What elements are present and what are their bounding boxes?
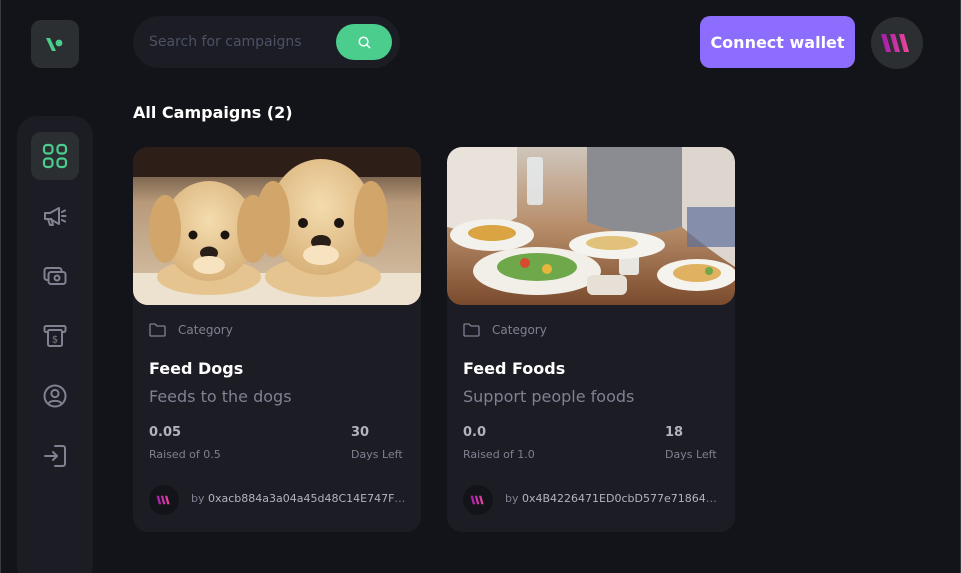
puppies-photo <box>133 147 421 305</box>
days-left: 18 <box>665 425 684 440</box>
category-label: Category <box>178 323 233 337</box>
owner-avatar <box>463 485 493 515</box>
search-bar <box>133 16 400 68</box>
sidebar-item-profile[interactable] <box>31 372 79 420</box>
amount-raised-label: Raised of 0.5 <box>149 448 221 461</box>
search-button[interactable] <box>336 24 392 60</box>
owner-address: 0xacb884a3a04a45d48C14E747F1… <box>208 492 409 505</box>
sidebar-item-withdraw[interactable]: $ <box>31 312 79 360</box>
dashboard-icon <box>42 143 68 169</box>
campaign-card[interactable]: Category Feed Foods Support people foods… <box>447 147 735 532</box>
app-logo[interactable] <box>31 20 79 68</box>
sidebar: $ <box>17 116 93 573</box>
brand-logo-icon <box>470 495 484 505</box>
food-table-photo <box>447 147 735 305</box>
window-border-left <box>0 0 1 573</box>
withdraw-icon: $ <box>43 325 67 347</box>
owner-avatar <box>149 485 179 515</box>
campaign-title: Feed Dogs <box>149 359 244 378</box>
brand-logo-icon <box>881 34 909 52</box>
campaign-owner: by 0x4B4226471ED0cbD577e71864b9… <box>505 492 723 505</box>
svg-text:$: $ <box>52 335 58 346</box>
amount-raised: 0.05 <box>149 425 182 440</box>
page-title: All Campaigns (2) <box>133 103 293 122</box>
amount-raised: 0.0 <box>463 425 487 440</box>
sidebar-item-dashboard[interactable] <box>31 132 79 180</box>
search-icon <box>358 36 370 48</box>
campaign-description: Support people foods <box>463 387 635 406</box>
megaphone-icon <box>44 207 67 226</box>
logo-icon <box>46 38 63 51</box>
sidebar-item-campaign[interactable] <box>31 192 79 240</box>
amount-raised-label: Raised of 1.0 <box>463 448 535 461</box>
days-left-label: Days Left <box>665 448 717 461</box>
profile-avatar[interactable] <box>871 17 923 69</box>
brand-logo-icon <box>156 495 170 505</box>
campaign-title: Feed Foods <box>463 359 566 378</box>
campaign-category: Category <box>463 323 547 337</box>
connect-wallet-button[interactable]: Connect wallet <box>700 16 855 68</box>
logout-icon <box>44 445 66 467</box>
payment-icon <box>43 267 67 285</box>
campaign-card[interactable]: Category Feed Dogs Feeds to the dogs 0.0… <box>133 147 421 532</box>
sidebar-item-logout[interactable] <box>31 432 79 480</box>
profile-icon <box>43 384 67 408</box>
folder-icon <box>149 323 166 337</box>
campaign-category: Category <box>149 323 233 337</box>
sidebar-item-payment[interactable] <box>31 252 79 300</box>
owner-prefix: by <box>505 492 519 505</box>
campaign-image <box>133 147 421 305</box>
folder-icon <box>463 323 480 337</box>
search-input[interactable] <box>149 16 334 68</box>
owner-prefix: by <box>191 492 205 505</box>
category-label: Category <box>492 323 547 337</box>
days-left: 30 <box>351 425 370 440</box>
campaign-image <box>447 147 735 305</box>
owner-address: 0x4B4226471ED0cbD577e71864b9… <box>522 492 723 505</box>
campaign-description: Feeds to the dogs <box>149 387 292 406</box>
campaign-owner: by 0xacb884a3a04a45d48C14E747F1… <box>191 492 409 505</box>
days-left-label: Days Left <box>351 448 403 461</box>
